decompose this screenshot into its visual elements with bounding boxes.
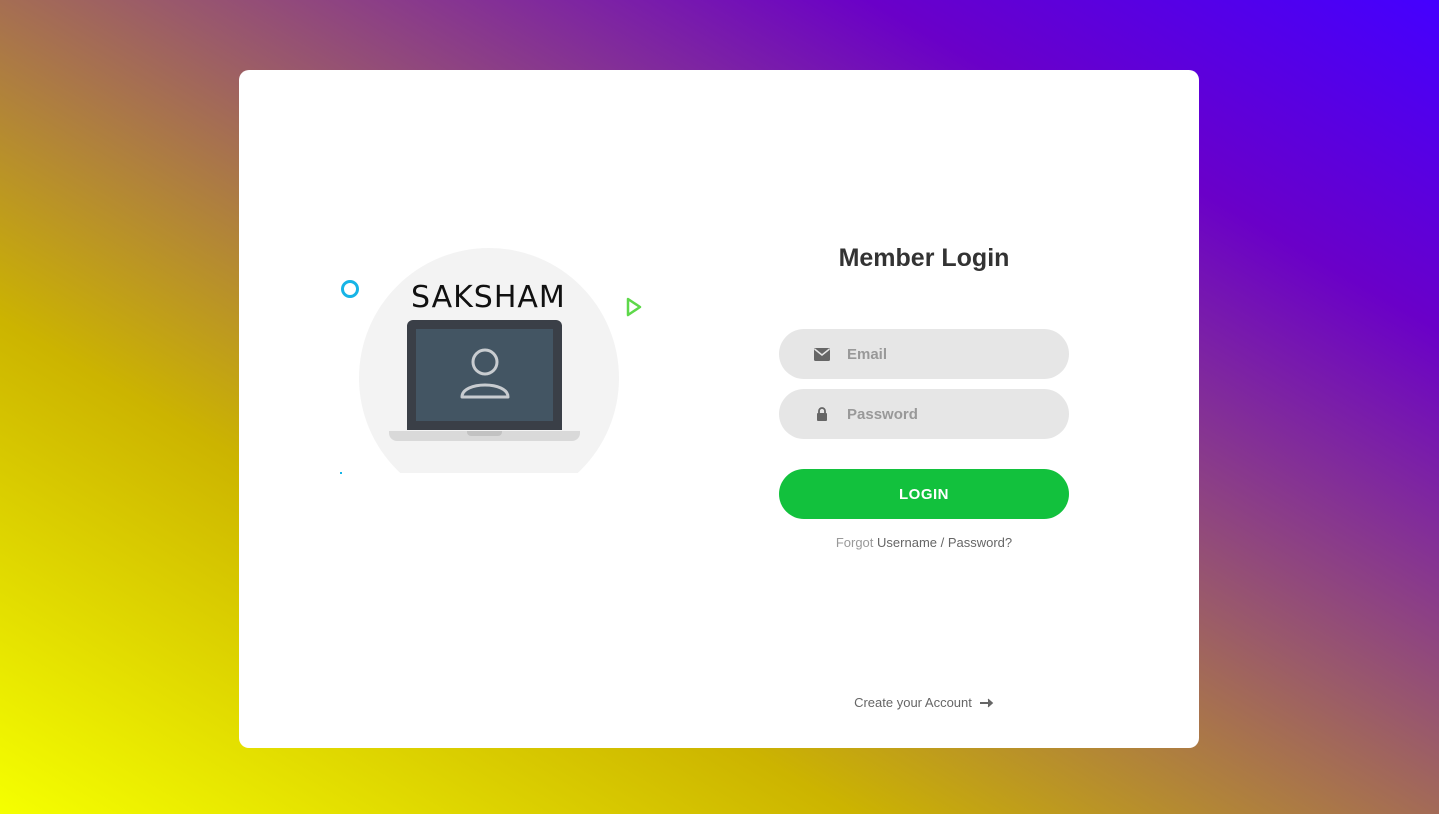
user-icon — [460, 348, 510, 399]
create-account-link[interactable]: Create your Account — [854, 695, 972, 710]
password-input[interactable] — [847, 405, 1047, 423]
form-title: Member Login — [838, 244, 1010, 272]
forgot-link[interactable]: Username / Password? — [877, 535, 1012, 550]
envelope-icon — [779, 347, 847, 361]
forgot-credentials: Forgot Username / Password? — [779, 535, 1069, 550]
laptop-notch — [467, 431, 502, 436]
login-illustration: SAKSHAM — [339, 240, 659, 480]
email-field[interactable] — [779, 329, 1069, 379]
laptop-display — [416, 329, 553, 421]
email-input[interactable] — [847, 345, 1047, 363]
arrow-right-icon[interactable] — [979, 698, 994, 708]
decorative-triangle-icon — [626, 297, 642, 317]
laptop-screen — [407, 320, 562, 430]
decorative-ring-icon — [341, 280, 359, 298]
create-account: Create your Account — [779, 695, 1069, 710]
password-field[interactable] — [779, 389, 1069, 439]
login-button[interactable]: LOGIN — [779, 469, 1069, 519]
decorative-dot — [340, 472, 342, 474]
login-card: SAKSHAM Member Login Email LOGIN Forgot … — [239, 70, 1199, 748]
illustration-clip: SAKSHAM — [339, 240, 659, 473]
brand-name: SAKSHAM — [411, 280, 566, 315]
forgot-prefix: Forgot — [835, 535, 874, 550]
lock-icon — [779, 407, 847, 421]
